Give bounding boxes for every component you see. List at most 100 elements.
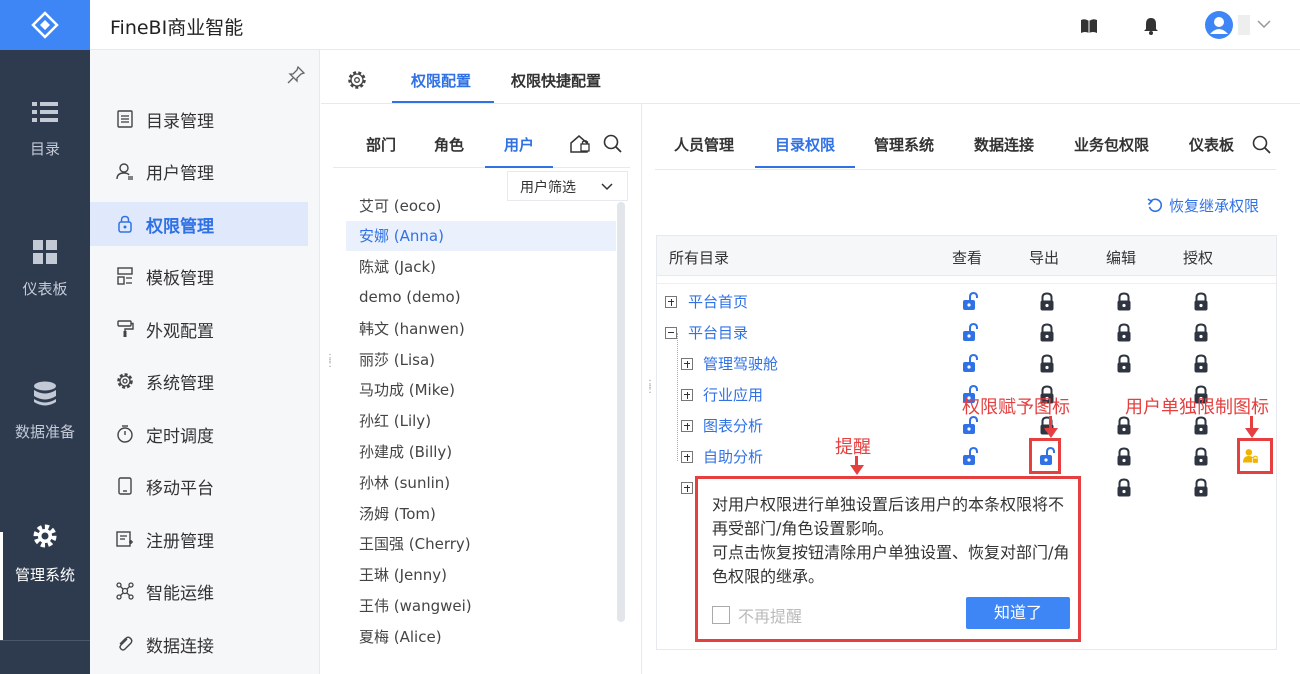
splitter-handle[interactable]: ⋮ ⋮ [325,354,335,372]
book-icon[interactable] [1080,18,1098,34]
user-list-item[interactable]: 王伟 (wangwei) [346,590,616,620]
menu-item-templates[interactable]: 模板管理 [90,254,308,298]
house-lock-icon[interactable] [569,134,591,154]
user-list-item[interactable]: 安娜 (Anna) [346,220,616,251]
tab-department[interactable]: 部门 [366,134,396,155]
user-list-item[interactable]: 王国强 (Cherry) [346,529,616,559]
tab-dashboard[interactable]: 仪表板 [1189,134,1234,155]
menu-item-mobile[interactable]: 移动平台 [90,464,308,508]
user-list-item[interactable]: 马功成 (Mike) [346,375,616,405]
search-icon[interactable] [1252,135,1271,154]
rail-item-data-prep[interactable]: 数据准备 [0,381,90,442]
lock-icon[interactable] [1039,323,1055,343]
database-icon [34,381,56,406]
rail-item-admin[interactable]: 管理系统 [0,522,90,585]
expand-icon[interactable] [665,296,677,308]
user-list-item[interactable]: 韩文 (hanwen) [346,313,616,343]
menu-item-register[interactable]: 注册管理 [90,517,308,561]
lock-icon[interactable] [1039,292,1055,312]
lock-icon[interactable] [1193,416,1209,436]
rail-item-catalog[interactable]: 目录 [0,100,90,159]
user-list-item[interactable]: 陈斌 (Jack) [346,252,616,282]
user-list-item[interactable]: 孙建成 (Billy) [346,436,616,466]
tree-row[interactable]: 自助分析 [657,443,1276,473]
expand-icon[interactable] [681,420,693,432]
timer-icon [117,425,133,443]
unlock-icon[interactable] [962,323,978,343]
menu-item-schedule[interactable]: 定时调度 [90,412,308,456]
menu-label: 外观配置 [146,321,214,342]
user-list-item[interactable]: 孙红 (Lily) [346,406,616,436]
tab-role[interactable]: 角色 [434,134,464,155]
lock-icon[interactable] [1116,354,1132,374]
unlock-icon[interactable] [962,447,978,467]
tab-permission-config[interactable]: 权限配置 [411,70,471,91]
lock-icon[interactable] [1039,354,1055,374]
tab-data-connection[interactable]: 数据连接 [974,134,1034,155]
got-it-button[interactable]: 知道了 [966,597,1070,629]
lock-icon[interactable] [1193,354,1209,374]
expand-icon[interactable] [681,482,693,494]
tab-user[interactable]: 用户 [504,134,534,155]
user-list-item[interactable]: demo (demo) [346,282,616,312]
expand-icon[interactable] [681,389,693,401]
unlock-icon[interactable] [962,292,978,312]
lock-icon[interactable] [1116,323,1132,343]
tree-label[interactable]: 平台目录 [688,322,748,343]
avatar[interactable] [1205,11,1233,39]
logo[interactable] [0,0,90,50]
user-list-item[interactable]: 丽莎 (Lisa) [346,344,616,374]
menu-item-data-connection[interactable]: 数据连接 [90,622,308,666]
expand-icon[interactable] [681,358,693,370]
tree-label[interactable]: 平台首页 [688,291,748,312]
checkbox-box[interactable] [712,606,730,624]
collapse-icon[interactable] [665,327,677,339]
tab-quick-config[interactable]: 权限快捷配置 [511,70,601,91]
user-list-item[interactable]: 王琳 (Jenny) [346,560,616,590]
search-icon[interactable] [603,134,622,153]
tree-row[interactable]: 平台目录 [657,319,1276,349]
tree-label[interactable]: 自助分析 [703,446,763,467]
menu-item-users[interactable]: 用户管理 [90,149,308,193]
lock-icon[interactable] [1116,447,1132,467]
col-export: 导出 [1029,249,1060,267]
lock-icon[interactable] [1116,478,1132,498]
menu-item-ops[interactable]: 智能运维 [90,569,308,613]
menu-item-catalog[interactable]: 目录管理 [90,97,308,141]
lock-icon[interactable] [1116,416,1132,436]
user-list-scrollbar[interactable] [617,202,625,622]
reminder-line-2: 可点击恢复按钮清除用户单独设置、恢复对部门/角色权限的继承。 [712,543,1070,586]
tab-package-permission[interactable]: 业务包权限 [1074,134,1149,155]
expand-icon[interactable] [681,451,693,463]
tree-label[interactable]: 管理驾驶舱 [703,353,778,374]
tree-label[interactable]: 图表分析 [703,415,763,436]
dont-remind-checkbox[interactable]: 不再提醒 [712,603,802,627]
lock-icon[interactable] [1193,478,1209,498]
pin-icon[interactable] [287,66,305,84]
tab-personnel[interactable]: 人员管理 [674,134,734,155]
user-list-item[interactable]: 汤姆 (Tom) [346,498,616,528]
lock-icon[interactable] [1193,292,1209,312]
user-list-item[interactable]: 孙林 (sunlin) [346,467,616,497]
unlock-icon[interactable] [962,416,978,436]
lock-icon[interactable] [1193,447,1209,467]
tree-label[interactable]: 行业应用 [703,384,763,405]
tree-row[interactable]: 平台首页 [657,288,1276,318]
user-list-item[interactable]: 艾可 (eoco) [346,190,616,220]
restore-inherit-button[interactable]: 恢复继承权限 [1147,195,1259,216]
menu-item-appearance[interactable]: 外观配置 [90,307,308,351]
settings-icon[interactable] [347,70,367,90]
lock-icon[interactable] [1193,323,1209,343]
menu-item-permissions[interactable]: 权限管理 [90,202,308,246]
bell-icon[interactable] [1143,17,1159,35]
tree-row[interactable]: 管理驾驶舱 [657,350,1276,380]
chevron-down-icon[interactable] [1257,20,1271,28]
tab-catalog-permission[interactable]: 目录权限 [775,134,835,155]
rail-item-dashboard[interactable]: 仪表板 [0,240,90,299]
user-list-item[interactable]: 夏梅 (Alice) [346,621,616,651]
tab-admin-system[interactable]: 管理系统 [874,134,934,155]
menu-item-system[interactable]: 系统管理 [90,359,308,403]
lock-icon[interactable] [1116,292,1132,312]
unlock-icon[interactable] [962,354,978,374]
rail-active-indicator [0,532,3,640]
